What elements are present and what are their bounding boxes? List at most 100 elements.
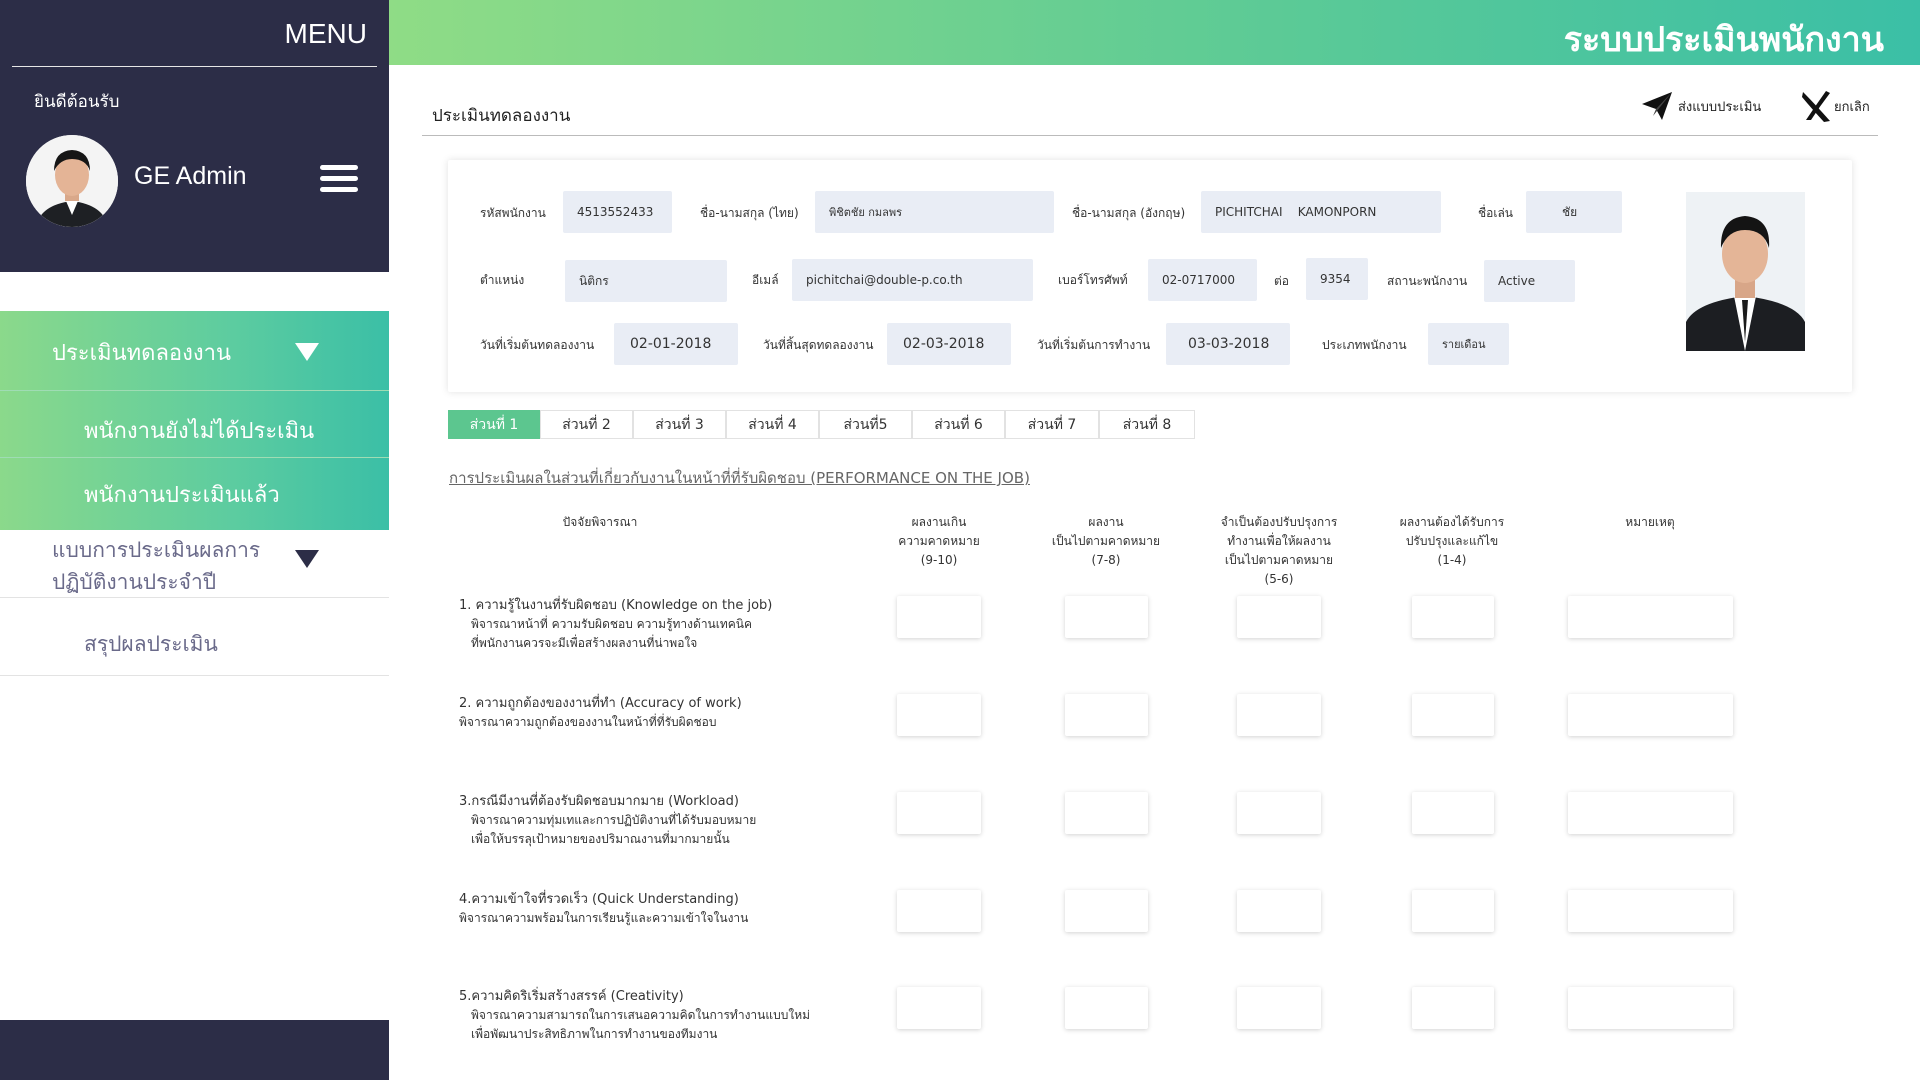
remark-input-row4[interactable] [1568, 890, 1733, 932]
work-start-field[interactable]: 03-03-2018 [1166, 323, 1290, 365]
score-input-row1-needs-improvement[interactable] [1237, 596, 1321, 638]
sidebar: MENU ยินดีต้อนรับ GE Admin ประเมินทดลองง… [0, 0, 389, 1080]
score-input-row5-must-improve[interactable] [1412, 987, 1494, 1029]
sidebar-item-label: ประเมินทดลองงาน [52, 341, 232, 366]
status-field[interactable]: Active [1484, 260, 1575, 302]
score-input-row5-needs-improvement[interactable] [1237, 987, 1321, 1029]
score-input-row4-must-improve[interactable] [1412, 890, 1494, 932]
welcome-text: ยินดีต้อนรับ [34, 92, 120, 112]
criteria-row-4: 4.ความเข้าใจที่รวดเร็ว (Quick Understand… [459, 892, 749, 925]
name-th-label: ชื่อ-นามสกุล (ไทย) [700, 206, 799, 220]
score-input-row3-needs-improvement[interactable] [1237, 792, 1321, 834]
score-input-row1-must-improve[interactable] [1412, 596, 1494, 638]
score-input-row2-meets[interactable] [1065, 694, 1148, 736]
email-field[interactable]: pichitchai@double-p.co.th [792, 259, 1033, 301]
score-input-row4-meets[interactable] [1065, 890, 1148, 932]
criteria-row-2: 2. ความถูกต้องของงานที่ทำ (Accuracy of w… [459, 696, 742, 729]
sidebar-item-label: พนักงานประเมินแล้ว [84, 483, 280, 508]
score-input-row1-meets[interactable] [1065, 596, 1148, 638]
score-input-row4-needs-improvement[interactable] [1237, 890, 1321, 932]
sidebar-item-not-evaluated[interactable]: พนักงานยังไม่ได้ประเมิน [0, 391, 389, 457]
sidebar-item-evaluated[interactable]: พนักงานประเมินแล้ว [0, 458, 389, 530]
send-evaluation-button[interactable]: ส่งแบบประเมิน [1640, 88, 1761, 124]
page-title: ประเมินทดลองงาน [432, 106, 571, 126]
phone-field[interactable]: 02-0717000 [1148, 259, 1257, 301]
criteria-row-5: 5.ความคิดริเริ่มสร้างสรรค์ (Creativity) … [459, 989, 811, 1041]
remark-input-row5[interactable] [1568, 987, 1733, 1029]
sidebar-footer [0, 1020, 389, 1080]
remark-input-row3[interactable] [1568, 792, 1733, 834]
ext-field[interactable]: 9354 [1306, 258, 1368, 300]
sidebar-item-probation-evaluation[interactable]: ประเมินทดลองงาน [0, 311, 389, 390]
score-input-row2-needs-improvement[interactable] [1237, 694, 1321, 736]
tab-section-7[interactable]: ส่วนที่ 7 [1005, 410, 1099, 439]
divider [0, 675, 389, 676]
send-evaluation-label: ส่งแบบประเมิน [1678, 99, 1762, 115]
sidebar-item-annual-evaluation[interactable]: แบบการประเมินผลการ ปฏิบัติงานประจำปี [0, 530, 389, 596]
score-input-row2-must-improve[interactable] [1412, 694, 1494, 736]
x-close-icon [1802, 91, 1830, 122]
name-en-field[interactable]: PICHITCHAI KAMONPORN [1201, 191, 1441, 233]
paper-plane-icon [1642, 92, 1672, 120]
score-input-row3-exceeds[interactable] [897, 792, 981, 834]
tab-section-8[interactable]: ส่วนที่ 8 [1099, 410, 1195, 439]
section-tabs: ส่วนที่ 1 ส่วนที่ 2 ส่วนที่ 3 ส่วนที่ 4 … [448, 410, 1195, 439]
remark-input-row2[interactable] [1568, 694, 1733, 736]
email-label: อีเมล์ [752, 273, 779, 287]
probation-end-field[interactable]: 02-03-2018 [887, 323, 1011, 365]
hamburger-menu-icon[interactable] [320, 165, 358, 193]
tab-section-2[interactable]: ส่วนที่ 2 [540, 410, 633, 439]
score-input-row3-must-improve[interactable] [1412, 792, 1494, 834]
sidebar-item-summary[interactable]: สรุปผลประเมิน [0, 598, 389, 675]
probation-start-label: วันที่เริ่มต้นทดลองงาน [480, 338, 595, 352]
sidebar-item-label: แบบการประเมินผลการ ปฏิบัติงานประจำปี [52, 538, 261, 594]
avatar [26, 135, 118, 227]
meets-expectation-header: ผลงาน เป็นไปตามคาดหมาย (7-8) [1051, 515, 1161, 567]
sidebar-item-label: พนักงานยังไม่ได้ประเมิน [84, 419, 315, 444]
position-label: ตำแหน่ง [480, 273, 525, 287]
employee-type-field[interactable]: รายเดือน [1428, 323, 1509, 365]
score-input-row5-meets[interactable] [1065, 987, 1148, 1029]
nickname-field[interactable]: ชัย [1526, 191, 1622, 233]
score-input-row1-exceeds[interactable] [897, 596, 981, 638]
criteria-header: ปัจจัยพิจารณา [562, 515, 638, 529]
remark-header: หมายเหตุ [1625, 515, 1675, 529]
score-input-row3-meets[interactable] [1065, 792, 1148, 834]
exceeds-expectation-header: ผลงานเกิน ความคาดหมาย (9-10) [898, 515, 980, 567]
criteria-row-1: 1. ความรู้ในงานที่รับผิดชอบ (Knowledge o… [459, 598, 773, 650]
name-th-field[interactable]: พิชิตชัย กมลพร [815, 191, 1054, 233]
score-input-row4-exceeds[interactable] [897, 890, 981, 932]
user-name: GE Admin [134, 162, 247, 190]
employee-id-field[interactable]: 4513552433 [563, 191, 672, 233]
cancel-button[interactable]: ยกเลิก [1800, 88, 1870, 124]
score-input-row2-exceeds[interactable] [897, 694, 981, 736]
cancel-label: ยกเลิก [1834, 99, 1870, 115]
remark-input-row1[interactable] [1568, 596, 1733, 638]
tab-section-6[interactable]: ส่วนที่ 6 [912, 410, 1005, 439]
score-input-row5-exceeds[interactable] [897, 987, 981, 1029]
probation-start-field[interactable]: 02-01-2018 [614, 323, 738, 365]
employee-id-label: รหัสพนักงาน [480, 206, 546, 220]
position-field[interactable]: นิติกร [565, 260, 727, 302]
triangle-down-icon [295, 550, 319, 568]
work-start-label: วันที่เริ่มต้นการทำงาน [1037, 338, 1151, 352]
section-title-link[interactable]: การประเมินผลในส่วนที่เกี่ยวกับงานในหน้าท… [449, 466, 1030, 490]
divider [12, 66, 377, 67]
sidebar-item-label: สรุปผลประเมิน [84, 632, 218, 656]
status-label: สถานะพนักงาน [1387, 274, 1468, 288]
phone-label: เบอร์โทรศัพท์ [1058, 273, 1128, 287]
tab-section-5[interactable]: ส่วนที่5 [819, 410, 912, 439]
probation-end-label: วันที่สิ้นสุดทดลองงาน [763, 338, 874, 352]
name-en-label: ชื่อ-นามสกุล (อังกฤษ) [1072, 206, 1186, 220]
app-title: ระบบประเมินพนักงาน [1563, 20, 1884, 60]
employee-photo [1686, 192, 1805, 351]
tab-section-1[interactable]: ส่วนที่ 1 [448, 410, 540, 439]
tab-section-3[interactable]: ส่วนที่ 3 [633, 410, 726, 439]
must-improve-header: ผลงานต้องได้รับการ ปรับปรุงและแก้ไข (1-4) [1399, 515, 1505, 567]
triangle-down-icon [295, 343, 319, 361]
ext-label: ต่อ [1274, 274, 1289, 288]
tab-section-4[interactable]: ส่วนที่ 4 [726, 410, 819, 439]
needs-improvement-header: จำเป็นต้องปรับปรุงการ ทำงานเพื่อให้ผลงานเ… [1220, 515, 1338, 586]
nickname-label: ชื่อเล่น [1478, 206, 1514, 220]
top-bar: ระบบประเมินพนักงาน [389, 0, 1920, 65]
